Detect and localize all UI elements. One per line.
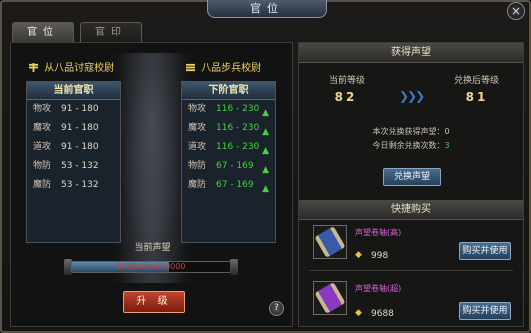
item-slot[interactable] (313, 225, 347, 259)
stat-name: 道攻 (188, 142, 207, 152)
arrow-up-icon: ▲ (262, 184, 269, 194)
rank-insignia-icon (186, 63, 195, 72)
rank-panel: 从八品讨寇校尉 八品步兵校尉 当前官职 物攻 91 - 180 魔攻 91 - 18… (10, 42, 293, 327)
scroll-icon (314, 226, 346, 258)
quick-buy-title: 快捷购买 (299, 200, 523, 220)
stat-row: 物防 53 - 132 (27, 157, 120, 176)
stat-row: 魔防 67 - 169 ▲ (182, 176, 275, 195)
item-name: 声望卷轴(超) (355, 284, 402, 293)
stat-row: 道攻 116 - 230 ▲ (182, 138, 275, 157)
remaining-times-value: 3 (444, 141, 450, 150)
current-level-label: 当前等级 (329, 76, 366, 86)
close-button[interactable]: × (507, 2, 525, 20)
chevron-right-icon: ❯❯❯ (399, 89, 425, 103)
stat-value: 53 - 132 (61, 161, 99, 171)
rank-insignia-icon (29, 63, 38, 72)
stat-name: 魔防 (188, 180, 207, 190)
tab-official-rank[interactable]: 官位 (12, 22, 74, 42)
tab-official-seal[interactable]: 官印 (80, 22, 142, 42)
item-price: 9688 (371, 309, 394, 319)
exchange-prestige-button[interactable]: 兑换声望 (383, 168, 441, 186)
stat-value: 116 - 230 (216, 104, 260, 114)
stat-name: 物攻 (188, 104, 207, 114)
after-level-label: 兑换后等级 (454, 76, 500, 86)
stat-row: 道攻 91 - 180 (27, 138, 120, 157)
stat-row: 魔攻 91 - 180 (27, 119, 120, 138)
prestige-panel: 获得声望 当前等级 兑换后等级 82 ❯❯❯ 81 本次兑换获得声望：0 今日剩… (298, 42, 524, 327)
after-level-value: 81 (465, 90, 489, 104)
stat-row: 物防 67 - 169 ▲ (182, 157, 275, 176)
gold-ingot-icon: ◆ (355, 250, 362, 260)
item-slot[interactable] (313, 281, 347, 315)
stat-name: 魔攻 (33, 123, 52, 133)
stat-value: 91 - 180 (61, 123, 99, 133)
stat-name: 物防 (188, 161, 207, 171)
next-rank-title: 下阶官职 (182, 82, 275, 100)
stat-row: 魔攻 116 - 230 ▲ (182, 119, 275, 138)
upgrade-button[interactable]: 升 级 (123, 291, 185, 313)
help-icon[interactable]: ? (269, 301, 284, 316)
current-rank-title: 当前官职 (27, 82, 120, 100)
stat-row: 物攻 91 - 180 (27, 100, 120, 119)
gain-prestige-title: 获得声望 (299, 43, 523, 63)
window-title: 官位 (207, 0, 327, 18)
official-rank-window: 官位 × 官位 官印 从八品讨寇校尉 八品步兵校尉 当前官职 物攻 91 - 18… (0, 0, 531, 333)
current-rank-box: 当前官职 物攻 91 - 180 魔攻 91 - 180 道攻 91 - 180 物防… (26, 81, 121, 243)
gain-prestige-label: 本次兑换获得声望： (372, 127, 445, 136)
stat-name: 物攻 (33, 104, 52, 114)
divider (309, 270, 513, 271)
stat-value: 116 - 230 (216, 123, 260, 133)
stat-value: 53 - 132 (61, 180, 99, 190)
stat-name: 道攻 (33, 142, 52, 152)
gain-prestige-line: 本次兑换获得声望：0 (299, 126, 523, 137)
next-rank-header: 八品步兵校尉 (186, 59, 261, 74)
stat-name: 魔防 (33, 180, 52, 190)
stat-value: 91 - 180 (61, 142, 99, 152)
stat-name: 魔攻 (188, 123, 207, 133)
stat-value: 67 - 169 (216, 180, 254, 190)
prestige-label: 当前声望 (134, 243, 171, 253)
prestige-progress-text: 800000/1300000 (116, 262, 186, 271)
gold-ingot-icon: ◆ (355, 308, 362, 318)
current-rank-header: 从八品讨寇校尉 (29, 59, 114, 74)
next-rank-name: 八品步兵校尉 (201, 63, 262, 74)
stat-value: 67 - 169 (216, 161, 254, 171)
stat-row: 魔防 53 - 132 (27, 176, 120, 195)
buy-and-use-button[interactable]: 购买并使用 (459, 242, 511, 260)
item-price: 998 (371, 251, 389, 261)
prestige-progress-bar: 800000/1300000 (71, 261, 231, 273)
current-level-value: 82 (334, 90, 358, 104)
current-rank-name: 从八品讨寇校尉 (44, 63, 115, 74)
stat-name: 物防 (33, 161, 52, 171)
progress-cap-right (230, 259, 238, 275)
item-name: 声望卷轴(高) (355, 228, 402, 237)
stat-value: 116 - 230 (216, 142, 260, 152)
scroll-icon (314, 282, 346, 314)
next-rank-box: 下阶官职 物攻 116 - 230 ▲ 魔攻 116 - 230 ▲ 道攻 116 - 2… (181, 81, 276, 243)
buy-and-use-button[interactable]: 购买并使用 (459, 302, 511, 320)
stat-value: 91 - 180 (61, 104, 99, 114)
stat-row: 物攻 116 - 230 ▲ (182, 100, 275, 119)
remaining-times-line: 今日剩余兑换次数：3 (299, 140, 523, 151)
remaining-times-label: 今日剩余兑换次数： (372, 141, 445, 150)
gain-prestige-value: 0 (444, 127, 450, 136)
